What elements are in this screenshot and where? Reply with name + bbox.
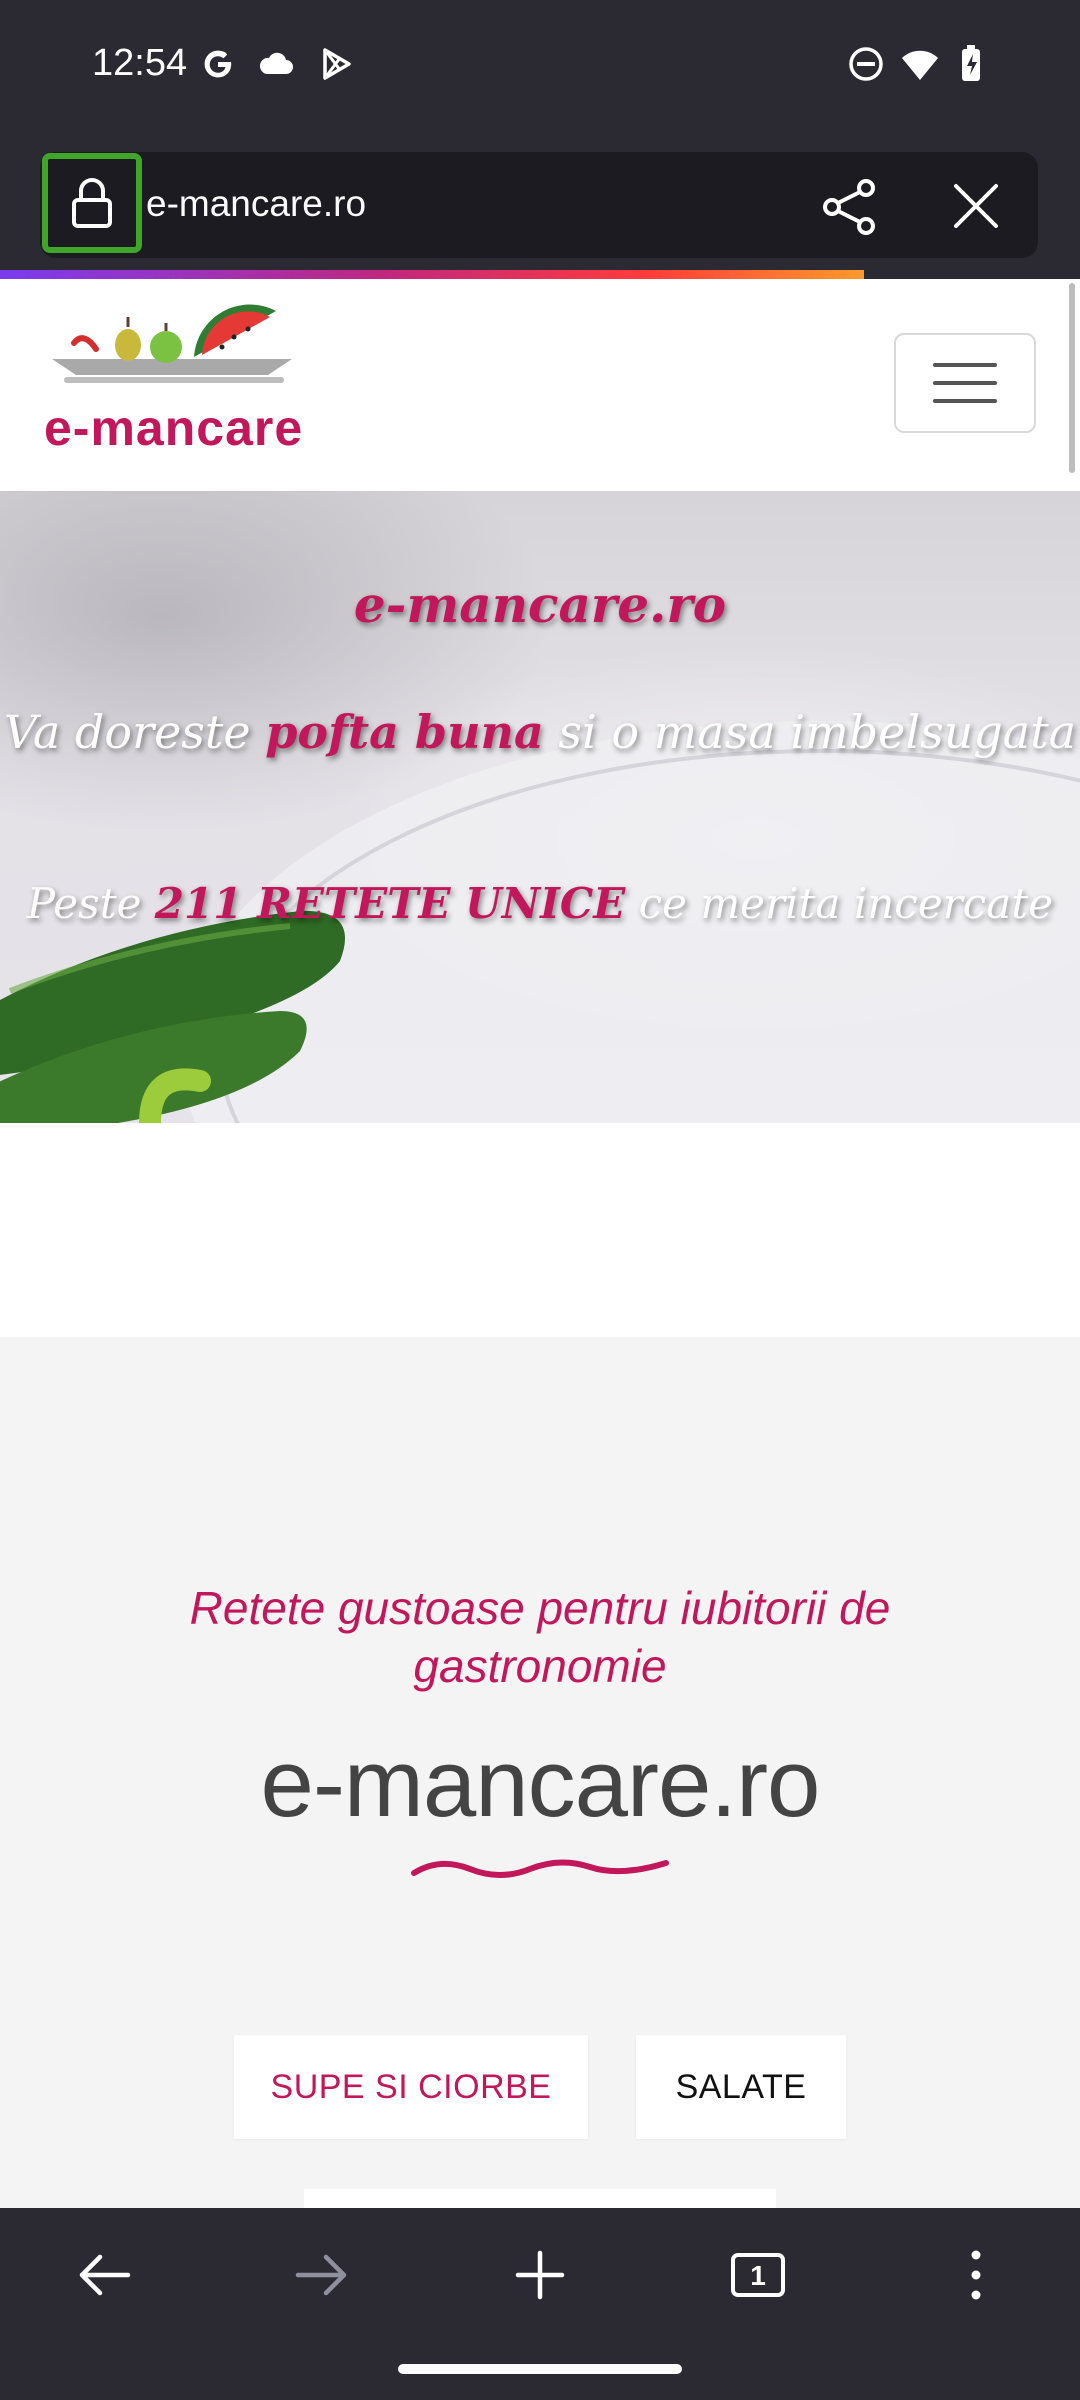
category-supe-si-ciorbe-button[interactable]: SUPE SI CIORBE — [234, 2035, 588, 2139]
close-icon[interactable] — [948, 178, 1004, 234]
hamburger-menu-button[interactable] — [894, 333, 1036, 433]
hero-subtitle-text: si o masa imbelsugata — [543, 705, 1077, 759]
tabs-button[interactable]: 1 — [718, 2240, 798, 2310]
category-button-partial[interactable] — [304, 2189, 776, 2209]
forward-arrow-icon — [295, 2254, 347, 2296]
more-icon — [971, 2250, 981, 2300]
page-scrollbar[interactable] — [1069, 283, 1075, 473]
hero-recipe-count: Peste 211 RETETE UNICE ce merita incerca… — [0, 879, 1080, 928]
site-header: e-mancare — [0, 279, 1080, 491]
tab-count: 1 — [750, 2260, 766, 2291]
hero-banner: e-mancare.ro Va doreste pofta buna si o … — [0, 491, 1080, 1123]
menu-line — [933, 399, 997, 403]
tagline: Retete gustoase pentru iubitorii de gast… — [189, 1582, 891, 1692]
hero-count-text: Peste — [26, 879, 155, 928]
home-indicator[interactable] — [398, 2364, 682, 2374]
share-icon[interactable] — [818, 178, 880, 236]
forward-button[interactable] — [282, 2240, 362, 2310]
battery-charging-icon — [962, 45, 980, 81]
plus-icon — [515, 2250, 565, 2300]
cloud-icon — [259, 52, 293, 74]
site-security-button[interactable] — [42, 153, 142, 253]
status-time: 12:54 — [92, 42, 188, 84]
hero-subtitle: Va doreste pofta buna si o masa imbelsug… — [0, 705, 1080, 759]
page-load-progress — [0, 270, 864, 279]
url-text[interactable]: e-mancare.ro — [146, 183, 366, 225]
site-logo-image[interactable] — [44, 301, 304, 401]
more-menu-button[interactable] — [936, 2240, 1016, 2310]
hero-subtitle-text: Va doreste — [3, 705, 266, 759]
tabs-icon: 1 — [731, 2253, 785, 2297]
content-spacer — [0, 1123, 1080, 1337]
lock-icon — [72, 178, 112, 228]
decorative-squiggle — [411, 1859, 669, 1878]
web-page: e-mancare e-mancare.ro Va doreste pofta … — [0, 279, 1080, 2209]
play-store-icon — [323, 48, 351, 80]
dnd-icon — [849, 47, 883, 81]
back-button[interactable] — [64, 2240, 144, 2310]
google-icon — [204, 50, 232, 78]
site-logo-text[interactable]: e-mancare — [44, 399, 303, 457]
hero-count-highlight: 211 RETETE UNICE — [154, 879, 626, 928]
back-arrow-icon — [79, 2254, 131, 2296]
hero-count-text: ce merita incercate — [625, 879, 1054, 928]
menu-line — [933, 363, 997, 367]
menu-line — [933, 381, 997, 385]
section-title: e-mancare.ro — [260, 1730, 821, 1837]
new-tab-button[interactable] — [500, 2240, 580, 2310]
hero-subtitle-highlight: pofta buna — [265, 705, 544, 759]
hero-title: e-mancare.ro — [353, 575, 727, 634]
wifi-icon — [902, 50, 938, 80]
category-salate-button[interactable]: SALATE — [636, 2035, 846, 2139]
